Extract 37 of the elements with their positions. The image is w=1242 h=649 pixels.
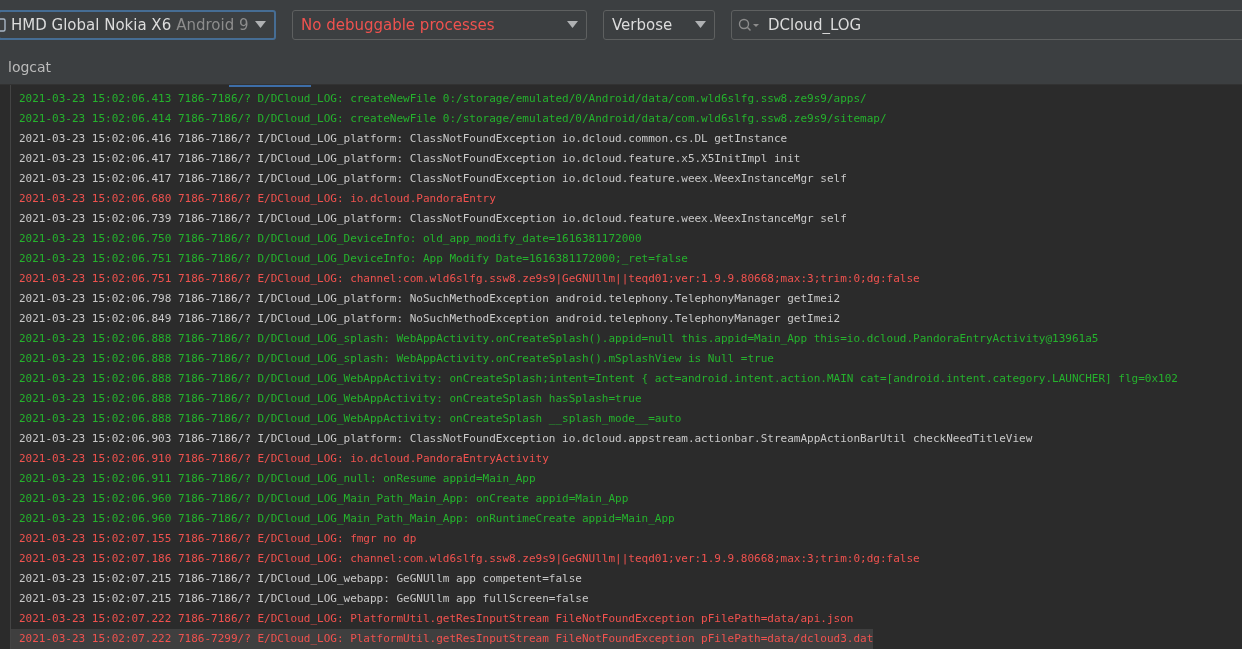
panel-title: logcat bbox=[8, 58, 52, 75]
device-version: Android 9 bbox=[176, 15, 250, 34]
phone-icon bbox=[0, 17, 6, 32]
search-field[interactable]: DCloud_LOG bbox=[731, 9, 1242, 40]
caret-icon bbox=[567, 21, 578, 29]
log-line: 2021-03-23 15:02:07.155 7186-7186/? E/DCloud_LOG: fmgr no dp bbox=[18, 531, 417, 547]
caret-icon bbox=[695, 21, 706, 29]
log-line: 2021-03-23 15:02:06.414 7186-7186/? D/DCloud_LOG: createNewFile 0:/storage/emulated/0/Android/data/com.wld6slfg.ssw8.ze9s9/sitemap/ bbox=[18, 111, 887, 127]
log-line: 2021-03-23 15:02:06.888 7186-7186/? D/DCloud_LOG_splash: WebAppActivity.onCreateSplash().mSplashView is Null =true bbox=[18, 351, 774, 367]
log-line: 2021-03-23 15:02:07.222 7186-7186/? E/DCloud_LOG: PlatformUtil.getResInputStream FileNotFoundException pFilePath=data/api.json bbox=[18, 611, 854, 627]
log-line: 2021-03-23 15:02:06.751 7186-7186/? D/DCloud_LOG_DeviceInfo: App Modify Date=1616381172000;_ret=false bbox=[18, 251, 688, 267]
log-line: 2021-03-23 15:02:06.751 7186-7186/? E/DCloud_LOG: channel:com.wld6slfg.ssw8.ze9s9|GeGNUllm||teqd01;ver:1.9.9.80668;max:3;trim:0;dg:false bbox=[18, 271, 920, 287]
log-line: 2021-03-23 15:02:06.413 7186-7186/? D/DCloud_LOG: createNewFile 0:/storage/emulated/0/Android/data/com.wld6slfg.ssw8.ze9s9/apps/ bbox=[18, 91, 867, 107]
log-line: 2021-03-23 15:02:06.739 7186-7186/? I/DCloud_LOG_platform: ClassNotFoundException io.dcloud.feature.weex.WeexInstanceMgr self bbox=[18, 211, 847, 227]
log-line: 2021-03-23 15:02:06.680 7186-7186/? E/DCloud_LOG: io.dcloud.PandoraEntry bbox=[18, 191, 496, 207]
log-line: 2021-03-23 15:02:06.849 7186-7186/? I/DCloud_LOG_platform: NoSuchMethodException android.telephony.TelephonyManager getImei2 bbox=[18, 311, 841, 327]
log-line: 2021-03-23 15:02:07.186 7186-7186/? E/DCloud_LOG: channel:com.wld6slfg.ssw8.ze9s9|GeGNUllm||teqd01;ver:1.9.9.80668;max:3;trim:0;dg:false bbox=[18, 551, 920, 567]
log-line: 2021-03-23 15:02:06.888 7186-7186/? D/DCloud_LOG_WebAppActivity: onCreateSplash __splash_mode__=auto bbox=[18, 411, 682, 427]
log-line: 2021-03-23 15:02:07.215 7186-7186/? I/DCloud_LOG_webapp: GeGNUllm app fullScreen=false bbox=[18, 591, 589, 607]
log-line: 2021-03-23 15:02:06.888 7186-7186/? D/DCloud_LOG_WebAppActivity: onCreateSplash;intent=Intent { act=android.intent.action.MAIN cat=[android.intent.category.LAUNCHER] flg=0x102 bbox=[18, 371, 1178, 387]
log-line: 2021-03-23 15:02:06.960 7186-7186/? D/DCloud_LOG_Main_Path_Main_App: onRuntimeCreate appid=Main_App bbox=[18, 511, 675, 527]
log-line: 2021-03-23 15:02:06.903 7186-7186/? I/DCloud_LOG_platform: ClassNotFoundException io.dcloud.appstream.actionbar.StreamAppActionBarUtil checkNeedTitleView bbox=[18, 431, 1033, 447]
log-line: 2021-03-23 15:02:06.750 7186-7186/? D/DCloud_LOG_DeviceInfo: old_app_modify_date=1616381172000 bbox=[18, 231, 642, 247]
log-line: 2021-03-23 15:02:06.417 7186-7186/? I/DCloud_LOG_platform: ClassNotFoundException io.dcloud.feature.x5.X5InitImpl init bbox=[18, 151, 801, 167]
log-line: 2021-03-23 15:02:06.798 7186-7186/? I/DCloud_LOG_platform: NoSuchMethodException android.telephony.TelephonyManager getImei2 bbox=[18, 291, 841, 307]
log-line: 2021-03-23 15:02:06.416 7186-7186/? I/DCloud_LOG_platform: ClassNotFoundException io.dcloud.common.cs.DL getInstance bbox=[18, 131, 788, 147]
device-name: HMD Global Nokia X6 bbox=[11, 15, 172, 34]
device-dropdown[interactable]: HMD Global Nokia X6 Android 9 bbox=[0, 9, 276, 40]
log-line: 2021-03-23 15:02:06.417 7186-7186/? I/DCloud_LOG_platform: ClassNotFoundException io.dcloud.feature.weex.WeexInstanceMgr self bbox=[18, 171, 847, 187]
log-line: 2021-03-23 15:02:07.215 7186-7186/? I/DCloud_LOG_webapp: GeGNUllm app competent=false bbox=[18, 571, 582, 587]
log-line: 2021-03-23 15:02:06.911 7186-7186/? D/DCloud_LOG_null: onResume appid=Main_App bbox=[18, 471, 536, 487]
log-line: 2021-03-23 15:02:06.910 7186-7186/? E/DCloud_LOG: io.dcloud.PandoraEntryActivity bbox=[18, 451, 549, 467]
caret-icon bbox=[255, 21, 266, 29]
log-line: 2021-03-23 15:02:06.888 7186-7186/? D/DCloud_LOG_WebAppActivity: onCreateSplash hasSplash=true bbox=[18, 391, 642, 407]
log-line: 2021-03-23 15:02:06.960 7186-7186/? D/DCloud_LOG_Main_Path_Main_App: onCreate appid=Main_App bbox=[18, 491, 629, 507]
log-level-dropdown[interactable]: Verbose bbox=[603, 9, 715, 40]
log-line: 2021-03-23 15:02:06.888 7186-7186/? D/DCloud_LOG_splash: WebAppActivity.onCreateSplash().appid=null this.appid=Main_App this=io.dcloud.PandoraEntryActivity@13961a5 bbox=[18, 331, 1099, 347]
